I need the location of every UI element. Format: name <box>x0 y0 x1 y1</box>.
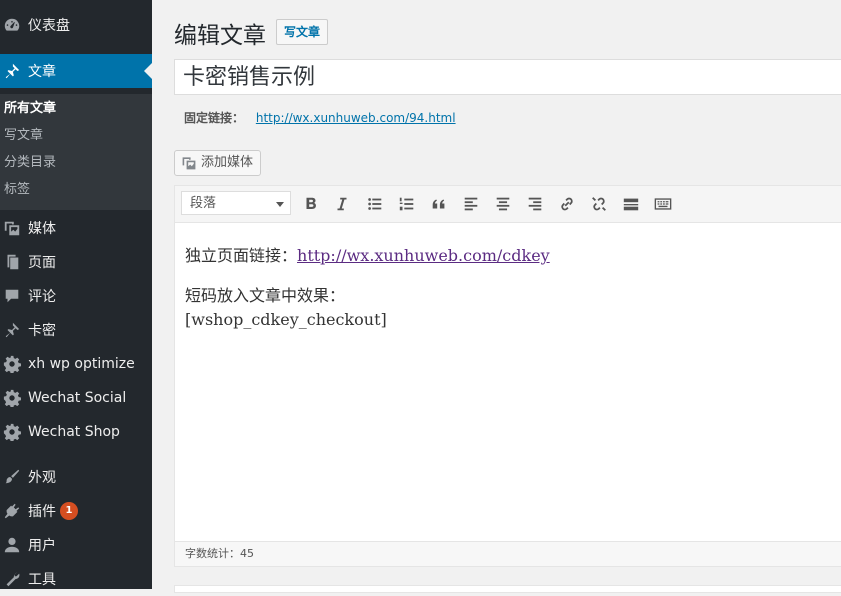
menu-label: xh wp optimize <box>28 356 135 372</box>
user-icon <box>3 536 21 554</box>
italic-button[interactable] <box>330 192 354 216</box>
comment-icon <box>3 287 21 305</box>
align-center-icon <box>496 197 510 211</box>
menu-users[interactable]: 用户 <box>0 528 152 562</box>
editor-toolbar: 段落 <box>175 186 841 223</box>
submenu-tags[interactable]: 标签 <box>4 180 30 200</box>
toolbar-toggle-button[interactable] <box>651 192 675 216</box>
admin-sidebar: 仪表盘 文章 所有文章 写文章 分类目录 标签 媒体 页面 评论 卡密 xh w… <box>0 0 152 589</box>
menu-label: 仪表盘 <box>28 18 70 34</box>
menu-wechat-social[interactable]: Wechat Social <box>0 381 152 415</box>
submenu-new-post[interactable]: 写文章 <box>4 126 43 146</box>
menu-label: 外观 <box>28 470 56 486</box>
content-text: 独立页面链接： <box>185 246 298 265</box>
permalink-row: 固定链接： http://wx.xunhuweb.com/94.html <box>184 109 456 126</box>
menu-posts[interactable]: 文章 <box>0 54 152 88</box>
italic-icon <box>337 197 347 211</box>
add-media-label: 添加媒体 <box>201 155 254 170</box>
page-icon <box>3 253 21 271</box>
add-media-button[interactable]: 添加媒体 <box>174 150 262 176</box>
menu-label: 插件 <box>28 504 56 520</box>
posts-submenu: 所有文章 写文章 分类目录 标签 <box>0 94 152 210</box>
gear-icon <box>3 355 21 373</box>
format-select[interactable]: 段落 <box>181 191 291 215</box>
pushpin-icon <box>3 321 21 339</box>
numbered-list-button[interactable] <box>395 192 419 216</box>
menu-media[interactable]: 媒体 <box>0 211 152 245</box>
bold-icon <box>306 197 316 209</box>
menu-label: 用户 <box>28 538 56 554</box>
quote-icon <box>432 199 445 209</box>
menu-pages[interactable]: 页面 <box>0 245 152 279</box>
menu-label: 页面 <box>28 255 56 271</box>
align-center-button[interactable] <box>491 192 515 216</box>
insert-link-button[interactable] <box>555 192 579 216</box>
keyboard-icon <box>654 198 672 210</box>
menu-label: 评论 <box>28 289 56 305</box>
content-shortcode: [wshop_cdkey_checkout] <box>185 310 387 329</box>
update-count-badge: 1 <box>60 502 78 520</box>
plug-icon <box>3 502 21 520</box>
menu-appearance[interactable]: 外观 <box>0 460 152 494</box>
post-title-input[interactable]: 卡密销售示例 <box>174 59 841 95</box>
menu-wechat-shop[interactable]: Wechat Shop <box>0 415 152 449</box>
content-line-2: 短码放入文章中效果： <box>185 286 346 305</box>
unlink-icon <box>592 197 606 211</box>
align-left-icon <box>464 197 478 211</box>
next-metabox-edge <box>174 585 841 593</box>
blockquote-button[interactable] <box>427 192 451 216</box>
menu-label: Wechat Social <box>28 390 127 406</box>
bold-button[interactable] <box>299 192 323 216</box>
menu-cards[interactable]: 卡密 <box>0 313 152 347</box>
gear-icon <box>3 423 21 441</box>
align-left-button[interactable] <box>459 192 483 216</box>
link-icon <box>561 197 573 211</box>
dashboard-icon <box>3 16 21 34</box>
media-icon <box>182 157 196 170</box>
brush-icon <box>3 468 21 486</box>
bullet-list-button[interactable] <box>363 192 387 216</box>
menu-comments[interactable]: 评论 <box>0 279 152 313</box>
page-title: 编辑文章 <box>174 23 266 49</box>
gear-icon <box>3 389 21 407</box>
menu-plugins[interactable]: 插件 1 <box>0 494 152 528</box>
menu-label: 媒体 <box>28 221 56 237</box>
align-right-icon <box>528 197 542 211</box>
numbered-list-icon <box>399 197 414 211</box>
permalink-link[interactable]: http://wx.xunhuweb.com/94.html <box>256 111 456 125</box>
permalink-label: 固定链接： <box>184 111 245 125</box>
submenu-all-posts[interactable]: 所有文章 <box>4 99 56 119</box>
menu-tools[interactable]: 工具 <box>0 562 152 596</box>
submenu-categories[interactable]: 分类目录 <box>4 153 56 173</box>
menu-xh-optimize[interactable]: xh wp optimize <box>0 347 152 381</box>
word-count: 字数统计：45 <box>175 541 841 566</box>
unlink-button[interactable] <box>587 192 611 216</box>
pushpin-icon <box>3 62 21 80</box>
menu-dashboard[interactable]: 仪表盘 <box>0 8 152 42</box>
wrench-icon <box>3 570 21 588</box>
content-line-1: 独立页面链接：http://wx.xunhuweb.com/cdkey <box>185 244 841 268</box>
align-right-button[interactable] <box>523 192 547 216</box>
post-editor: 段落 独立页面链接：http://wx.xunhuweb.com/cdkey 短… <box>174 185 841 567</box>
read-more-icon <box>623 198 639 211</box>
menu-label: 工具 <box>28 572 56 588</box>
cdkey-page-link[interactable]: http://wx.xunhuweb.com/cdkey <box>297 246 550 265</box>
media-icon <box>3 219 21 237</box>
read-more-button[interactable] <box>619 192 643 216</box>
menu-label: 文章 <box>28 64 56 80</box>
bullet-list-icon <box>368 198 382 210</box>
menu-label: Wechat Shop <box>28 424 120 440</box>
add-new-post-button[interactable]: 写文章 <box>276 19 329 45</box>
menu-label: 卡密 <box>28 323 56 339</box>
editor-content[interactable]: 独立页面链接：http://wx.xunhuweb.com/cdkey 短码放入… <box>185 244 841 332</box>
